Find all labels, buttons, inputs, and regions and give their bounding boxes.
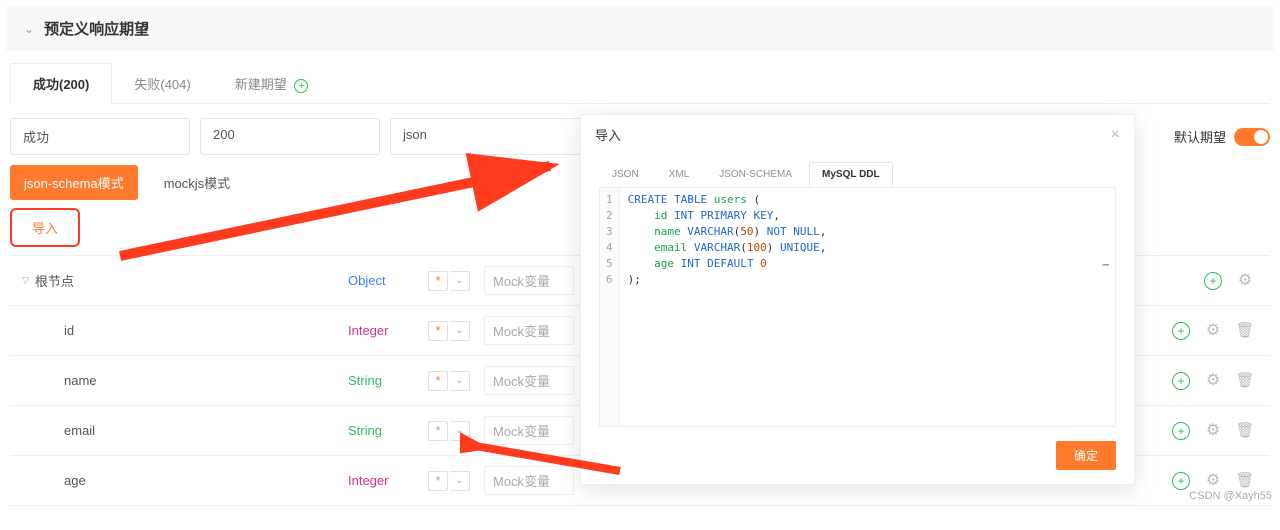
tab-failure[interactable]: 失败(404) (112, 64, 212, 103)
code-editor[interactable]: 123456 CREATE TABLE users ( id INT PRIMA… (599, 187, 1116, 427)
field-name-cell[interactable]: name (18, 373, 348, 388)
close-icon[interactable]: × (1111, 126, 1120, 144)
code-input[interactable]: 200 (200, 118, 380, 155)
tab-success[interactable]: 成功(200) (10, 63, 112, 104)
plus-icon: + (294, 79, 308, 93)
dialog-header: 导入 × (581, 115, 1134, 154)
default-toggle-group: 默认期望 (1174, 118, 1270, 155)
field-type[interactable]: Object (348, 273, 428, 288)
field-name-cell[interactable]: email (18, 423, 348, 438)
field-name-cell[interactable]: ▽ 根节点 (18, 271, 348, 290)
trash-icon[interactable]: 🗑 (1236, 372, 1254, 390)
field-type[interactable]: Integer (348, 323, 428, 338)
field-name-cell[interactable]: id (18, 323, 348, 338)
code-format-tabs: JSON XML JSON-SCHEMA MySQL DDL (581, 154, 1134, 187)
row-actions: + ⚙ 🗑 (1172, 422, 1262, 440)
add-child-icon[interactable]: + (1172, 472, 1190, 490)
required-cell: *⌄ (428, 321, 470, 341)
chevron-down-icon[interactable]: ⌄ (450, 371, 470, 391)
panel-title: 预定义响应期望 (44, 18, 149, 39)
import-button[interactable]: 导入 (10, 208, 80, 247)
code-tab-json[interactable]: JSON (599, 162, 652, 187)
field-name: id (64, 323, 74, 338)
gear-icon[interactable]: ⚙ (1204, 372, 1222, 390)
dialog-title: 导入 (595, 125, 621, 144)
tab-add-label: 新建期望 (235, 77, 287, 92)
chevron-down-icon[interactable]: ⌄ (450, 421, 470, 441)
name-input[interactable]: 成功 (10, 118, 190, 155)
gear-icon[interactable]: ⚙ (1236, 272, 1254, 290)
mock-input[interactable]: Mock变量 (484, 266, 574, 295)
field-name: name (64, 373, 97, 388)
collapse-icon[interactable]: — (1102, 258, 1109, 271)
add-child-icon[interactable]: + (1204, 272, 1222, 290)
response-tabs: 成功(200) 失败(404) 新建期望 + (10, 63, 1270, 104)
mode-json-schema[interactable]: json-schema模式 (10, 165, 138, 200)
panel-header[interactable]: ⌄ 预定义响应期望 (6, 6, 1274, 51)
field-type[interactable]: String (348, 423, 428, 438)
mode-mockjs[interactable]: mockjs模式 (150, 165, 244, 200)
mock-input[interactable]: Mock变量 (484, 416, 574, 445)
code-tab-xml[interactable]: XML (656, 162, 703, 187)
row-actions: + ⚙ 🗑 (1172, 472, 1262, 490)
default-toggle-switch[interactable] (1234, 128, 1270, 146)
required-cell: *⌄ (428, 471, 470, 491)
import-dialog: 导入 × JSON XML JSON-SCHEMA MySQL DDL 1234… (580, 114, 1135, 485)
required-toggle[interactable]: * (428, 271, 448, 291)
tab-add-expectation[interactable]: 新建期望 + (213, 64, 331, 103)
field-type[interactable]: String (348, 373, 428, 388)
add-child-icon[interactable]: + (1172, 422, 1190, 440)
gear-icon[interactable]: ⚙ (1204, 472, 1222, 490)
chevron-down-icon: ⌄ (24, 22, 34, 36)
gear-icon[interactable]: ⚙ (1204, 322, 1222, 340)
mock-input[interactable]: Mock变量 (484, 316, 574, 345)
field-type[interactable]: Integer (348, 473, 428, 488)
trash-icon[interactable]: 🗑 (1236, 422, 1254, 440)
trash-icon[interactable]: 🗑 (1236, 322, 1254, 340)
add-child-icon[interactable]: + (1172, 322, 1190, 340)
chevron-down-icon[interactable]: ⌄ (450, 471, 470, 491)
dialog-footer: 确定 (581, 427, 1134, 484)
row-actions: + ⚙ 🗑 (1172, 322, 1262, 340)
default-toggle-label: 默认期望 (1174, 127, 1226, 146)
required-toggle[interactable]: * (428, 321, 448, 341)
required-cell: *⌄ (428, 271, 470, 291)
gear-icon[interactable]: ⚙ (1204, 422, 1222, 440)
watermark: CSDN @Xayh55 (1189, 490, 1272, 502)
field-name: 根节点 (35, 271, 74, 290)
field-name: email (64, 423, 95, 438)
required-toggle[interactable]: * (428, 371, 448, 391)
mock-input[interactable]: Mock变量 (484, 466, 574, 495)
code-tab-mysql-ddl[interactable]: MySQL DDL (809, 162, 893, 187)
mock-input[interactable]: Mock变量 (484, 366, 574, 395)
add-child-icon[interactable]: + (1172, 372, 1190, 390)
code-tab-json-schema[interactable]: JSON-SCHEMA (706, 162, 805, 187)
field-name: age (64, 473, 86, 488)
required-toggle[interactable]: * (428, 471, 448, 491)
required-cell: *⌄ (428, 421, 470, 441)
confirm-button[interactable]: 确定 (1056, 441, 1116, 470)
expand-icon[interactable]: ▽ (22, 275, 29, 286)
field-name-cell[interactable]: age (18, 473, 348, 488)
chevron-down-icon[interactable]: ⌄ (450, 321, 470, 341)
chevron-down-icon[interactable]: ⌄ (450, 271, 470, 291)
trash-icon[interactable]: 🗑 (1236, 472, 1254, 490)
row-actions: + ⚙ 🗑 (1172, 372, 1262, 390)
row-actions: +⚙ (1204, 272, 1262, 290)
line-gutter: 123456 (600, 188, 620, 426)
code-content: CREATE TABLE users ( id INT PRIMARY KEY,… (620, 188, 835, 426)
format-input[interactable]: json (390, 118, 590, 155)
required-toggle[interactable]: * (428, 421, 448, 441)
required-cell: *⌄ (428, 371, 470, 391)
